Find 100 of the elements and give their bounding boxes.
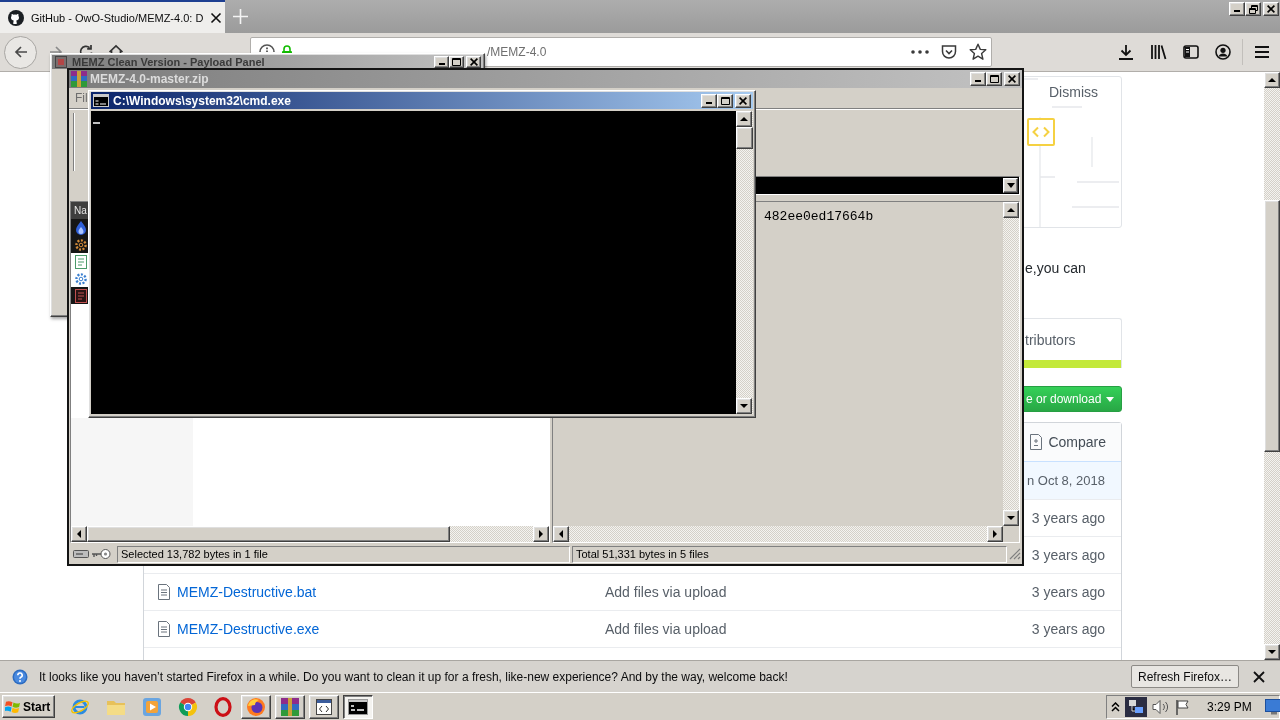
sidebar-icon[interactable]: [1183, 45, 1199, 59]
commit-age: 3 years ago: [1031, 584, 1105, 600]
close-icon[interactable]: [1252, 669, 1266, 684]
start-button[interactable]: Start: [2, 695, 55, 718]
menu-icon[interactable]: [1254, 45, 1270, 59]
commit-date: n Oct 8, 2018: [1026, 473, 1105, 488]
dropdown-button[interactable]: [1003, 178, 1018, 193]
commit-message[interactable]: Add files via upload: [605, 621, 727, 637]
ring-icon[interactable]: [214, 696, 232, 717]
restore-button[interactable]: [1245, 2, 1261, 16]
file-link[interactable]: MEMZ-Destructive.exe: [177, 621, 320, 637]
minimize-button[interactable]: [1229, 2, 1245, 16]
archive-comment: 482ee0ed17664b: [764, 209, 874, 224]
file-row[interactable]: [71, 236, 88, 253]
taskbar-button[interactable]: [343, 694, 373, 719]
restore-icon: [1248, 4, 1258, 14]
commit-age: 3 years ago: [1031, 621, 1105, 637]
maximize-icon: [452, 58, 461, 66]
network-icon[interactable]: [1125, 696, 1147, 717]
down-triangle-icon: [1268, 649, 1276, 655]
scroll-up-button[interactable]: [1264, 72, 1280, 88]
scroll-down-button[interactable]: [1264, 644, 1280, 660]
scroll-right-button[interactable]: [987, 526, 1003, 542]
star-icon[interactable]: [969, 43, 987, 61]
console-icon: [348, 698, 368, 715]
minimize-icon: [438, 63, 445, 65]
document-icon: [158, 621, 170, 637]
close-button[interactable]: [1004, 72, 1020, 86]
down-triangle-icon: [1007, 515, 1015, 521]
scroll-up-button[interactable]: [1003, 202, 1019, 218]
speaker-icon[interactable]: [1152, 698, 1170, 715]
diff-document-icon: [1030, 434, 1043, 450]
chevron-up-icon[interactable]: [1111, 701, 1120, 712]
scroll-right-button[interactable]: [533, 526, 549, 542]
status-total: Total 51,331 bytes in 5 files: [572, 545, 1007, 563]
close-button[interactable]: [735, 93, 751, 108]
maximize-button[interactable]: [449, 56, 464, 68]
maximize-button[interactable]: [986, 72, 1002, 86]
play-icon[interactable]: [142, 696, 162, 717]
desktop-icon[interactable]: [1264, 698, 1280, 715]
scroll-down-button[interactable]: [736, 398, 752, 414]
minimize-button[interactable]: [434, 56, 449, 68]
column-header[interactable]: Na: [71, 202, 88, 219]
text-cursor: [93, 122, 100, 124]
file-row[interactable]: [71, 219, 88, 236]
contributors-label: tributors: [1025, 331, 1076, 348]
shelf-icon[interactable]: [1150, 44, 1167, 60]
books-icon: [71, 71, 87, 87]
right-triangle-icon: [538, 530, 544, 538]
refresh-button[interactable]: Refresh Firefox…: [1130, 665, 1239, 688]
download-icon[interactable]: [1118, 44, 1134, 60]
up-triangle-icon: [1007, 207, 1015, 213]
file-link[interactable]: MEMZ-Destructive.bat: [177, 584, 317, 600]
drive-icon: [73, 550, 89, 558]
close-icon: [1267, 5, 1275, 13]
close-icon[interactable]: [210, 11, 223, 24]
close-icon: [739, 96, 747, 105]
down-triangle-icon: [1006, 183, 1015, 188]
scroll-thumb[interactable]: [736, 127, 753, 149]
flame-icon: [75, 220, 87, 235]
close-button[interactable]: [1263, 2, 1279, 16]
menu-item[interactable]: Fil: [73, 91, 90, 105]
scroll-left-button[interactable]: [71, 526, 87, 542]
caret-down-icon: [1106, 396, 1115, 402]
dismiss-button[interactable]: Dismiss: [1049, 84, 1098, 100]
close-button[interactable]: [466, 56, 481, 68]
window-title: MEMZ-4.0-master.zip: [90, 72, 209, 86]
commit-message[interactable]: Add files via upload: [605, 584, 727, 600]
compare-button[interactable]: Compare: [1030, 434, 1106, 450]
minimize-button[interactable]: [970, 72, 986, 86]
commit-age: 3 years ago: [1031, 510, 1105, 526]
flag-icon[interactable]: [1175, 698, 1191, 715]
scroll-down-button[interactable]: [1003, 510, 1019, 526]
more-icon[interactable]: [911, 50, 929, 54]
gear-icon: [75, 272, 87, 285]
back-button[interactable]: [4, 35, 37, 69]
user-circle-icon[interactable]: [1215, 44, 1231, 60]
up-triangle-icon: [1268, 77, 1276, 83]
scroll-up-button[interactable]: [736, 111, 752, 127]
document-icon: [75, 288, 87, 303]
scroll-thumb[interactable]: [1264, 200, 1280, 452]
right-triangle-icon: [992, 530, 998, 538]
segmented-circle-icon[interactable]: [178, 696, 198, 717]
up-triangle-icon: [740, 116, 748, 122]
close-icon: [469, 58, 478, 66]
maximize-icon: [720, 96, 730, 105]
scroll-thumb[interactable]: [87, 526, 450, 542]
repo-description: e,you can: [1025, 259, 1087, 277]
scroll-left-button[interactable]: [553, 526, 569, 542]
maximize-button[interactable]: [717, 93, 733, 108]
maximize-icon: [989, 75, 999, 83]
books-icon: [280, 696, 300, 717]
commit-age: 3 years ago: [1031, 547, 1105, 563]
chevron-shield-icon[interactable]: [941, 44, 957, 60]
browser-tab[interactable]: GitHub - OwO-Studio/MEMZ-4.0: D: [0, 0, 225, 33]
left-triangle-icon: [558, 530, 564, 538]
minimize-button[interactable]: [701, 93, 717, 108]
console-icon: [93, 94, 109, 107]
flame-globe-icon: [246, 696, 266, 717]
key-icon: [91, 549, 111, 559]
